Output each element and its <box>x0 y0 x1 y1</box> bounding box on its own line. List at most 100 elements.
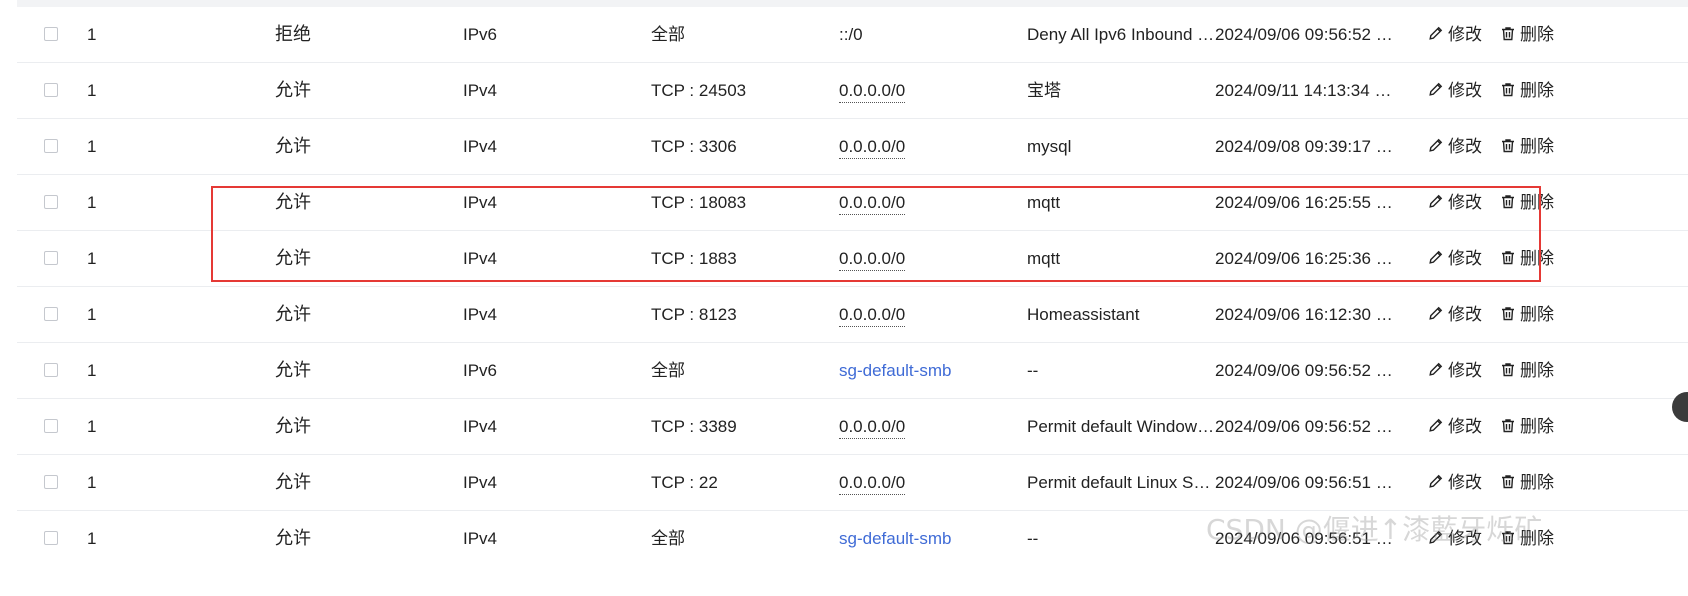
time-cell: 2024/09/06 16:12:30 G… <box>1215 305 1400 324</box>
table-row: 1 允许 IPv4 TCP : 18083 0.0.0.0/0 mqtt 202… <box>17 175 1688 231</box>
trash-icon <box>1502 195 1514 209</box>
delete-button[interactable]: 删除 <box>1500 7 1554 62</box>
source-cell: sg-default-smb <box>839 343 1019 398</box>
type-cell: IPv4 <box>463 529 498 548</box>
description-cell: -- <box>1027 361 1039 380</box>
time-cell: 2024/09/06 09:56:51 G… <box>1215 473 1400 492</box>
source-cell: 0.0.0.0/0 <box>839 63 1019 118</box>
priority-cell: 1 <box>87 529 97 548</box>
row-checkbox[interactable] <box>44 83 58 97</box>
port-cell: TCP : 22 <box>651 473 718 492</box>
edit-label: 修改 <box>1448 473 1482 492</box>
delete-button[interactable]: 删除 <box>1500 399 1554 454</box>
priority-cell: 1 <box>87 81 97 100</box>
description-cell: mqtt <box>1027 249 1061 268</box>
delete-button[interactable]: 删除 <box>1500 455 1554 510</box>
priority-cell: 1 <box>87 249 97 268</box>
source-cell: sg-default-smb <box>839 511 1019 566</box>
row-checkbox[interactable] <box>44 475 58 489</box>
delete-label: 删除 <box>1520 193 1554 212</box>
row-checkbox[interactable] <box>44 139 58 153</box>
priority-cell: 1 <box>87 361 97 380</box>
type-cell: IPv6 <box>463 361 498 380</box>
delete-label: 删除 <box>1520 25 1554 44</box>
source-value[interactable]: sg-default-smb <box>839 361 951 380</box>
policy-cell: 允许 <box>275 192 311 212</box>
trash-icon <box>1502 307 1514 321</box>
port-cell: TCP : 18083 <box>651 193 747 212</box>
policy-cell: 允许 <box>275 528 311 548</box>
row-checkbox[interactable] <box>44 363 58 377</box>
policy-cell: 拒绝 <box>275 24 311 44</box>
port-cell: 全部 <box>651 361 685 380</box>
port-cell: 全部 <box>651 529 685 548</box>
source-value: 0.0.0.0/0 <box>839 137 906 159</box>
time-cell: 2024/09/06 09:56:52 G… <box>1215 361 1400 380</box>
edit-button[interactable]: 修改 <box>1427 63 1482 118</box>
edit-button[interactable]: 修改 <box>1427 287 1482 342</box>
pencil-icon <box>1429 250 1443 264</box>
delete-button[interactable]: 删除 <box>1500 63 1554 118</box>
priority-cell: 1 <box>87 305 97 324</box>
pencil-icon <box>1429 474 1443 488</box>
policy-cell: 允许 <box>275 136 311 156</box>
trash-icon <box>1502 475 1514 489</box>
policy-cell: 允许 <box>275 248 311 268</box>
row-checkbox[interactable] <box>44 195 58 209</box>
edit-label: 修改 <box>1448 361 1482 380</box>
source-value[interactable]: sg-default-smb <box>839 529 951 548</box>
trash-icon <box>1502 251 1514 265</box>
priority-cell: 1 <box>87 25 97 44</box>
source-value: 0.0.0.0/0 <box>839 81 906 103</box>
port-cell: TCP : 24503 <box>651 81 747 100</box>
type-cell: IPv4 <box>463 473 498 492</box>
table-row: 1 允许 IPv4 TCP : 3306 0.0.0.0/0 mysql 202… <box>17 119 1688 175</box>
time-cell: 2024/09/08 09:39:17 G… <box>1215 137 1400 156</box>
table-row: 1 允许 IPv4 TCP : 3389 0.0.0.0/0 Permit de… <box>17 399 1688 455</box>
row-checkbox[interactable] <box>44 251 58 265</box>
edit-label: 修改 <box>1448 249 1482 268</box>
policy-cell: 允许 <box>275 360 311 380</box>
type-cell: IPv4 <box>463 193 498 212</box>
edit-button[interactable]: 修改 <box>1427 455 1482 510</box>
row-checkbox[interactable] <box>44 27 58 41</box>
row-checkbox[interactable] <box>44 531 58 545</box>
source-value: ::/0 <box>839 25 863 44</box>
type-cell: IPv4 <box>463 249 498 268</box>
source-cell: 0.0.0.0/0 <box>839 175 1019 230</box>
edit-button[interactable]: 修改 <box>1427 7 1482 62</box>
delete-label: 删除 <box>1520 305 1554 324</box>
row-checkbox[interactable] <box>44 307 58 321</box>
row-checkbox[interactable] <box>44 419 58 433</box>
trash-icon <box>1502 139 1514 153</box>
watermark: CSDN @偃进↑漆藍牙烁矿 <box>1206 513 1543 546</box>
edit-label: 修改 <box>1448 305 1482 324</box>
edit-button[interactable]: 修改 <box>1427 399 1482 454</box>
delete-button[interactable]: 删除 <box>1500 287 1554 342</box>
priority-cell: 1 <box>87 473 97 492</box>
source-value: 0.0.0.0/0 <box>839 473 906 495</box>
delete-button[interactable]: 删除 <box>1500 343 1554 398</box>
delete-label: 删除 <box>1520 81 1554 100</box>
pencil-icon <box>1429 26 1443 40</box>
delete-label: 删除 <box>1520 137 1554 156</box>
edit-button[interactable]: 修改 <box>1427 119 1482 174</box>
delete-button[interactable]: 删除 <box>1500 119 1554 174</box>
edit-label: 修改 <box>1448 137 1482 156</box>
edit-button[interactable]: 修改 <box>1427 343 1482 398</box>
trash-icon <box>1502 27 1514 41</box>
table-row: 1 允许 IPv4 TCP : 8123 0.0.0.0/0 Homeassis… <box>17 287 1688 343</box>
type-cell: IPv6 <box>463 25 498 44</box>
delete-button[interactable]: 删除 <box>1500 231 1554 286</box>
edit-button[interactable]: 修改 <box>1427 175 1482 230</box>
edit-label: 修改 <box>1448 81 1482 100</box>
source-cell: 0.0.0.0/0 <box>839 287 1019 342</box>
edit-label: 修改 <box>1448 25 1482 44</box>
description-cell: Deny All Ipv6 Inbound … <box>1027 25 1215 44</box>
edit-button[interactable]: 修改 <box>1427 231 1482 286</box>
edit-label: 修改 <box>1448 417 1482 436</box>
policy-cell: 允许 <box>275 472 311 492</box>
priority-cell: 1 <box>87 137 97 156</box>
delete-button[interactable]: 删除 <box>1500 175 1554 230</box>
description-cell: Permit default Linux SS… <box>1027 473 1215 492</box>
